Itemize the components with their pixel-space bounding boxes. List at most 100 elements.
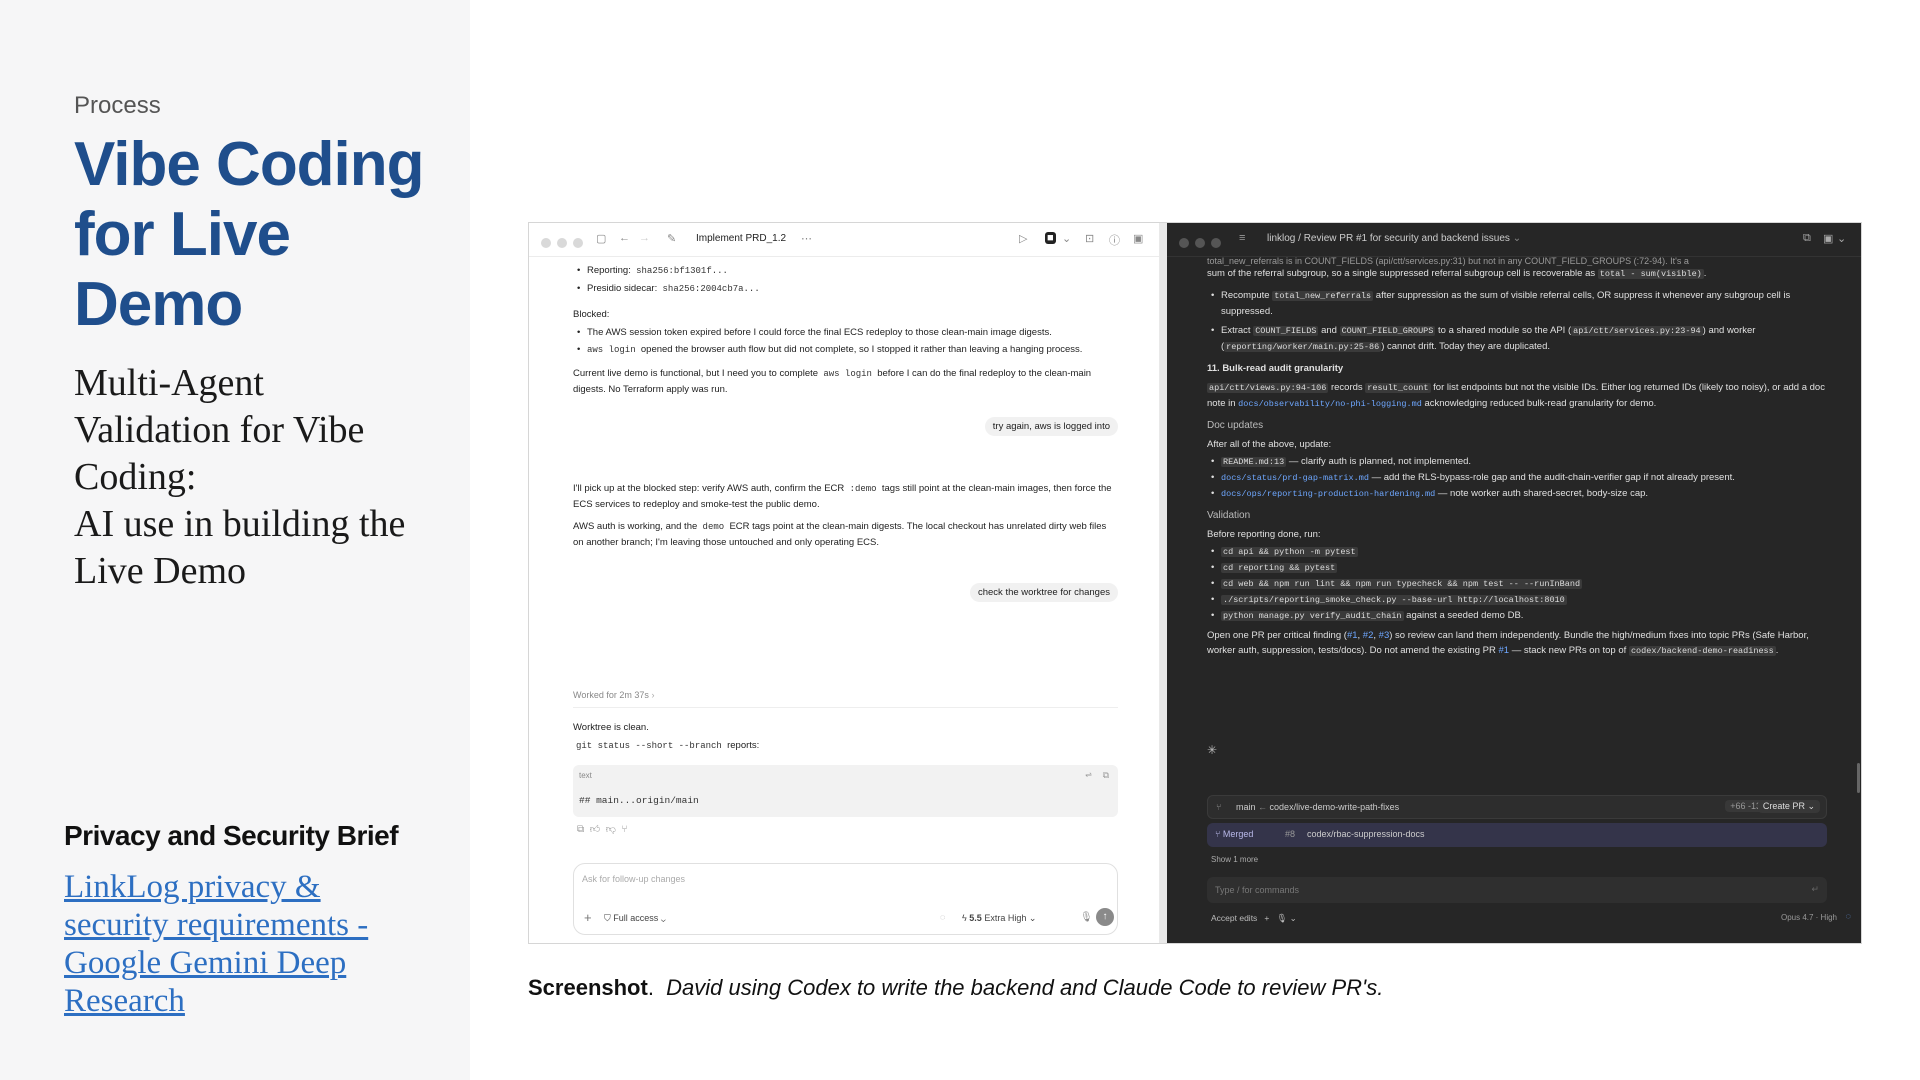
text: Open one PR per critical finding (	[1207, 630, 1347, 641]
thumbs-down-icon[interactable]: 👎︎	[606, 824, 616, 835]
composer-input[interactable]: Ask for follow-up changes	[582, 874, 685, 884]
file-link[interactable]: docs/observability/no-phi-logging.md	[1238, 399, 1422, 409]
pr-number: #8	[1285, 829, 1296, 839]
composer[interactable]: Ask for follow-up changes + ⛉ Full acces…	[573, 863, 1118, 935]
digest-code: sha256:2004cb7a...	[662, 284, 760, 294]
model-indicator[interactable]: Opus 4.7 · High	[1781, 913, 1837, 922]
paragraph: Open one PR per critical finding (#1, #2…	[1207, 630, 1809, 656]
figure-caption: Screenshot. David using Codex to write t…	[528, 975, 1384, 1000]
fork-icon[interactable]: ⑂	[621, 824, 627, 835]
terminal-icon[interactable]: ⊡	[1085, 232, 1094, 245]
brief-link[interactable]: LinkLog privacy & security requirements …	[64, 868, 394, 1020]
panel-icon[interactable]: ▣	[1133, 232, 1143, 245]
text: Recompute	[1221, 290, 1270, 301]
enter-icon: ↵	[1811, 884, 1819, 894]
copy-icon[interactable]: ⧉	[577, 824, 584, 835]
plus-icon[interactable]: +	[1264, 913, 1269, 923]
slide-sidebar: Process Vibe Coding for Live Demo Multi-…	[0, 0, 470, 1080]
info-icon[interactable]: ⓘ	[1109, 232, 1120, 248]
list-item: aws login opened the browser auth flow b…	[573, 342, 1118, 358]
digest-list: Reporting: sha256:bf1301f... Presidio si…	[573, 263, 1118, 297]
label: Reporting:	[587, 265, 631, 276]
thumbs-up-icon[interactable]: 👍︎	[590, 824, 600, 835]
text: — clarify auth is planned, not implement…	[1288, 456, 1472, 467]
file-link[interactable]: docs/status/prd-gap-matrix.md	[1221, 473, 1369, 483]
inline-code: README.md:13	[1221, 457, 1287, 467]
list-item: Presidio sidecar: sha256:2004cb7a...	[573, 281, 1118, 297]
prompt-input[interactable]: Type / for commands ↵	[1207, 877, 1827, 903]
chevron-down-icon[interactable]: ⌄	[1062, 232, 1071, 245]
create-pr-label: Create PR	[1762, 801, 1805, 811]
slide-title: Vibe Coding for Live Demo	[74, 130, 425, 339]
close-dot[interactable]	[541, 238, 551, 248]
list-item: python manage.py verify_audit_chain agai…	[1207, 608, 1827, 624]
issue-link[interactable]: #2	[1363, 630, 1374, 641]
merged-branch: codex/rbac-suppression-docs	[1307, 829, 1425, 839]
edit-icon[interactable]: ✎	[667, 232, 676, 245]
slide-subtitle: Multi-Agent Validation for Vibe Coding: …	[74, 360, 434, 595]
list-item: The AWS session token expired before I c…	[573, 325, 1118, 340]
create-pr-button[interactable]: Create PR ⌄	[1757, 800, 1820, 813]
section-heading: Validation	[1207, 510, 1251, 521]
text: ) cannot drift. Today they are duplicate…	[1381, 341, 1551, 352]
plus-icon[interactable]: +	[584, 910, 592, 925]
spinner-icon: ✳	[1207, 743, 1218, 757]
branch-icon: ⑂	[1216, 802, 1222, 812]
access-selector[interactable]: ⛉ Full access ⌄	[604, 913, 666, 924]
forward-arrow-icon[interactable]: →	[639, 232, 650, 244]
sidebar-toggle-icon[interactable]: ▢	[596, 232, 606, 245]
spinner-icon: ◌	[1845, 911, 1851, 921]
copy-icon[interactable]: ⧉	[1103, 770, 1109, 781]
issue-link[interactable]: #3	[1379, 630, 1390, 641]
arrow: ←	[1258, 802, 1268, 812]
back-arrow-icon[interactable]: ←	[619, 232, 630, 244]
worktree-status: Worktree is clean.	[573, 722, 649, 733]
app-icon[interactable]: ■	[1045, 232, 1056, 244]
inline-code: git status --short --branch	[576, 741, 722, 751]
run-icon[interactable]: ▷	[1019, 232, 1027, 245]
text: against a seeded demo DB.	[1406, 610, 1524, 621]
panel-icon[interactable]: ▣	[1823, 232, 1833, 245]
screenshot: ▢ ← → ✎ Implement PRD_1.2 ⋯ ▷ ■ ⌄ ⊡ ⓘ ▣ …	[528, 222, 1862, 944]
chevron-down-icon[interactable]: ⌄	[1837, 232, 1846, 245]
pane-divider[interactable]	[1159, 223, 1167, 943]
wrap-icon[interactable]: ⇌	[1085, 770, 1092, 779]
divider	[573, 707, 1118, 708]
inline-code: cd reporting && pytest	[1221, 563, 1338, 573]
minimize-dot[interactable]	[1195, 238, 1205, 248]
accept-edits-toggle[interactable]: Accept edits	[1211, 913, 1257, 923]
inline-code: :demo	[849, 484, 877, 494]
issue-link[interactable]: #1	[1347, 630, 1358, 641]
zoom-dot[interactable]	[573, 238, 583, 248]
git-line: git status --short --branch reports:	[573, 738, 1118, 754]
subtitle-line: AI use in building the	[74, 503, 406, 545]
menu-icon[interactable]: ≡	[1239, 232, 1245, 244]
inline-code: api/ctt/views.py:94-106	[1207, 383, 1329, 393]
file-link[interactable]: docs/ops/reporting-production-hardening.…	[1221, 489, 1435, 499]
access-label: Full access	[613, 913, 659, 923]
mic-icon[interactable]: 🎙︎	[1276, 913, 1287, 923]
branch-bar: ⑂ main ← codex/live-demo-write-path-fixe…	[1207, 795, 1827, 819]
text: acknowledging reduced bulk-read granular…	[1424, 398, 1657, 409]
pr-link[interactable]: #1	[1498, 645, 1509, 656]
share-icon[interactable]: ⧉	[1803, 232, 1811, 245]
chevron-down-icon: ⌄	[1028, 913, 1037, 923]
list-item: Extract COUNT_FIELDS and COUNT_FIELD_GRO…	[1207, 323, 1827, 355]
model-selector[interactable]: ϟ 5.5 Extra High ⌄	[962, 913, 1036, 924]
text: I'll pick up at the blocked step: verify…	[573, 483, 845, 494]
mic-icon[interactable]: 🎙︎	[1080, 912, 1093, 923]
send-arrow-icon[interactable]: ↑	[1096, 908, 1114, 926]
worked-for-row[interactable]: Worked for 2m 37s ›	[573, 688, 1118, 708]
close-dot[interactable]	[1179, 238, 1189, 248]
code-lang: text	[579, 771, 592, 780]
section-heading: 11. Bulk-read audit granularity	[1207, 363, 1344, 374]
merged-row[interactable]: ⑂ Merged #8 codex/rbac-suppression-docs	[1207, 823, 1827, 847]
minimize-dot[interactable]	[557, 238, 567, 248]
inline-code: COUNT_FIELD_GROUPS	[1339, 326, 1436, 336]
more-icon[interactable]: ⋯	[801, 232, 812, 245]
zoom-dot[interactable]	[1211, 238, 1221, 248]
scrollbar[interactable]	[1857, 763, 1860, 793]
show-more-link[interactable]: Show 1 more	[1211, 855, 1258, 864]
section-kicker: Process	[74, 92, 161, 119]
chevron-down-icon[interactable]: ⌄	[1290, 913, 1297, 923]
